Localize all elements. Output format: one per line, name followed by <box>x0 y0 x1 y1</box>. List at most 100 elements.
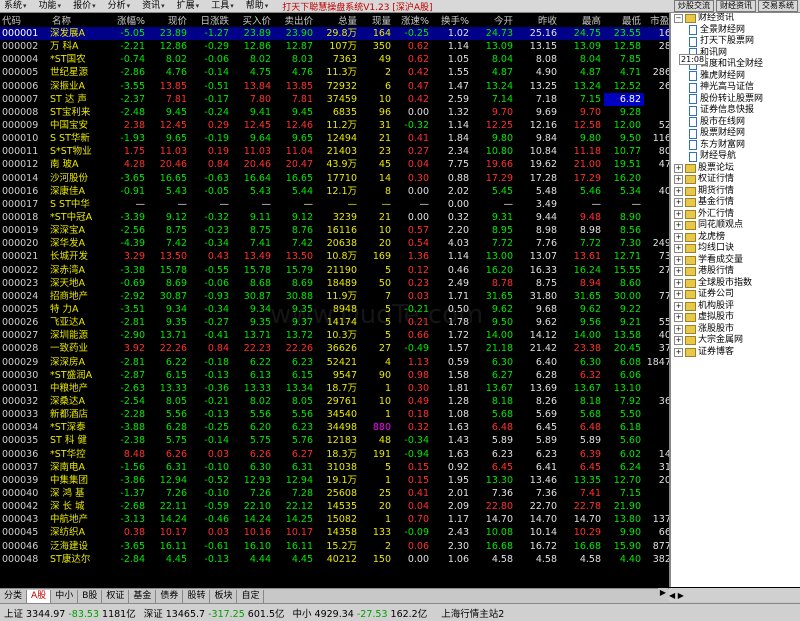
column-header[interactable]: 最低 <box>604 13 644 27</box>
table-row[interactable]: 000008 ST宝利来 -2.48 9.45 -0.24 9.41 9.45 6835 96 0… <box>0 106 669 119</box>
expand-icon[interactable]: + <box>674 255 683 265</box>
column-header[interactable]: 买入价 <box>232 13 274 27</box>
table-row[interactable]: 000009 中国宝安 2.38 12.45 0.29 12.45 12.46 11.2万 31… <box>0 119 669 132</box>
tree-item-0-11[interactable]: 财经导航 <box>671 151 800 163</box>
table-row[interactable]: 000016 深康佳A -0.91 5.43 -0.05 5.43 5.44 12.1万 8 0.… <box>0 185 669 198</box>
column-header[interactable]: 涨速% <box>394 13 432 27</box>
quote-grid[interactable]: 代码名称涨幅%现价日涨跌买入价卖出价总量现量涨速%换手%今开昨收最高最低市盈(动… <box>0 13 669 587</box>
table-row[interactable]: 000012 南 玻A 4.28 20.46 0.84 20.46 20.47 43.9万 45… <box>0 158 669 171</box>
menu-7[interactable]: 帮助 <box>242 0 277 12</box>
tree-item-0-9[interactable]: 股票财经网 <box>671 128 800 140</box>
expand-icon[interactable]: + <box>674 232 683 242</box>
scroll-right-icon[interactable]: ▶ <box>658 588 668 601</box>
expand-icon[interactable]: + <box>674 290 683 300</box>
column-header[interactable]: 现量 <box>360 13 394 27</box>
table-row[interactable]: 000023 深天地A -0.69 8.69 -0.06 8.68 8.69 18489 50 0… <box>0 277 669 290</box>
table-row[interactable]: 000002 万 科A -2.21 12.86 -0.29 12.86 12.87 107万 3… <box>0 40 669 53</box>
expand-icon[interactable]: + <box>674 313 683 323</box>
table-row[interactable]: 000021 长城开发 3.29 13.50 0.43 13.49 13.50 10.8万 16… <box>0 250 669 263</box>
tab-6[interactable]: 债券 <box>156 589 184 603</box>
tree-folder-10[interactable]: + 港股行情 <box>671 266 800 278</box>
table-row[interactable]: 000019 深深宝A -2.56 8.75 -0.23 8.75 8.76 16116 10 0… <box>0 224 669 237</box>
index-zx[interactable]: 中小 4929.34 -27.53 162.2亿 <box>289 606 432 620</box>
column-header[interactable]: 最高 <box>560 13 604 27</box>
tree-folder-4[interactable]: + 基金行情 <box>671 197 800 209</box>
column-header[interactable]: 总量 <box>316 13 360 27</box>
table-row[interactable]: 000020 深华发A -4.39 7.42 -0.34 7.41 7.42 20638 20 0… <box>0 237 669 250</box>
table-row[interactable]: 000036 *ST华控 8.48 6.26 0.03 6.26 6.27 18.3万 191 -… <box>0 448 669 461</box>
top-button-0[interactable]: 炒股交流 <box>674 0 714 12</box>
menu-1[interactable]: 功能 <box>35 0 70 12</box>
column-header[interactable]: 涨幅% <box>108 13 148 27</box>
column-header[interactable]: 卖出价 <box>274 13 316 27</box>
expand-icon[interactable]: + <box>674 267 683 277</box>
expand-icon[interactable]: + <box>674 347 683 357</box>
side-scrollbar[interactable]: ◀ ▶ <box>669 588 800 602</box>
column-header[interactable]: 换手% <box>432 13 472 27</box>
tree-item-0-7[interactable]: 证券信息快报 <box>671 105 800 117</box>
tree-item-0-6[interactable]: 股份转让股票网 <box>671 94 800 106</box>
column-header[interactable]: 名称 <box>50 13 108 27</box>
tab-9[interactable]: 自定 <box>237 589 265 603</box>
column-header[interactable]: 市盈(动) <box>644 13 669 27</box>
expand-icon[interactable]: + <box>674 186 683 196</box>
table-row[interactable]: 000032 深桑达A -2.54 8.05 -0.21 8.02 8.05 29761 10 0… <box>0 395 669 408</box>
tree-folder-5[interactable]: + 外汇行情 <box>671 209 800 221</box>
menu-0[interactable]: 系统 <box>0 0 35 12</box>
tree-folder-13[interactable]: + 机构股评 <box>671 301 800 313</box>
table-row[interactable]: 000010 S ST华新 -1.93 9.65 -0.19 9.64 9.65 12494 2… <box>0 132 669 145</box>
table-row[interactable]: 000024 招商地产 -2.92 30.87 -0.93 30.87 30.88 11.9万… <box>0 290 669 303</box>
index-sh[interactable]: 上证 3344.97 -83.53 1181亿 <box>0 606 140 620</box>
menu-2[interactable]: 报价 <box>69 0 104 12</box>
tab-2[interactable]: 中小 <box>51 589 79 603</box>
expand-icon[interactable]: + <box>674 278 683 288</box>
column-header[interactable]: 昨收 <box>516 13 560 27</box>
tree-folder-15[interactable]: + 涨股股市 <box>671 324 800 336</box>
tree-item-0-4[interactable]: 雅虎财经网 <box>671 71 800 83</box>
tab-3[interactable]: B股 <box>78 589 103 603</box>
expand-icon[interactable]: + <box>674 209 683 219</box>
table-row[interactable]: 000034 *ST深泰 -3.88 6.28 -0.25 6.20 6.23 34498 88… <box>0 421 669 434</box>
table-row[interactable]: 000022 深赤湾A -3.38 15.78 -0.55 15.78 15.79 21190… <box>0 264 669 277</box>
column-header[interactable]: 现价 <box>148 13 190 27</box>
tab-1[interactable]: A股 <box>27 589 52 603</box>
column-header[interactable]: 代码 <box>0 13 50 27</box>
tab-5[interactable]: 基金 <box>129 589 157 603</box>
table-row[interactable]: 000018 *ST中冠A -3.39 9.12 -0.32 9.11 9.12 3239 21… <box>0 211 669 224</box>
tree-folder-8[interactable]: + 均线口诀 <box>671 243 800 255</box>
table-row[interactable]: 000048 ST康达尔 -2.84 4.45 -0.13 4.44 4.45 40212 15… <box>0 553 669 566</box>
menu-4[interactable]: 资讯 <box>138 0 173 12</box>
expand-icon[interactable]: + <box>674 198 683 208</box>
tree-folder-7[interactable]: + 龙虎榜 <box>671 232 800 244</box>
tab-7[interactable]: 股转 <box>183 589 211 603</box>
table-row[interactable]: 000039 中集集团 -3.86 12.94 -0.52 12.93 12.94 19.1万… <box>0 474 669 487</box>
tree-folder-0[interactable]: − 财经资讯 <box>671 13 800 25</box>
tree-folder-12[interactable]: + 证券公司 <box>671 289 800 301</box>
table-row[interactable]: 000046 泛海建设 -3.65 16.11 -0.61 16.10 16.11 15.2万… <box>0 539 669 552</box>
table-row[interactable]: 000043 中航地产 -3.13 14.24 -0.46 14.24 14.25 15082… <box>0 513 669 526</box>
expand-icon[interactable]: + <box>674 175 683 185</box>
tree-folder-6[interactable]: + 同花顺观点 <box>671 220 800 232</box>
expand-icon[interactable]: + <box>674 336 683 346</box>
table-row[interactable]: 000040 深 鸿 基 -1.37 7.26 -0.10 7.26 7.28 25608 25… <box>0 487 669 500</box>
table-row[interactable]: 000037 深南电A -1.56 6.31 -0.10 6.30 6.31 31038 5 0.… <box>0 461 669 474</box>
table-row[interactable]: 000030 *ST盛润A -2.87 6.15 -0.13 6.13 6.15 9547 90… <box>0 369 669 382</box>
tree-folder-17[interactable]: + 证券博客 <box>671 347 800 359</box>
expand-icon[interactable]: + <box>674 163 683 173</box>
table-row[interactable]: 000033 新都酒店 -2.28 5.56 -0.13 5.56 5.56 34540 1 0.… <box>0 408 669 421</box>
table-row[interactable]: 000004 *ST国农 -0.74 8.02 -0.06 8.02 8.03 7363 49 0… <box>0 53 669 66</box>
expand-icon[interactable]: + <box>674 324 683 334</box>
table-row[interactable]: 000031 中粮地产 -2.63 13.33 -0.36 13.33 13.34 18.7万… <box>0 382 669 395</box>
tree-folder-9[interactable]: + 学看成交量 <box>671 255 800 267</box>
tree-folder-11[interactable]: + 全球股市指数 <box>671 278 800 290</box>
table-row[interactable]: 000005 世纪星源 -2.86 4.76 -0.14 4.75 4.76 11.3万 2 0.… <box>0 66 669 79</box>
table-row[interactable]: 000014 沙河股份 -3.65 16.65 -0.63 16.64 16.65 17710… <box>0 172 669 185</box>
tree-folder-14[interactable]: + 虚拟股市 <box>671 312 800 324</box>
menu-3[interactable]: 分析 <box>104 0 139 12</box>
top-button-1[interactable]: 财经资讯 <box>716 0 756 12</box>
index-sz[interactable]: 深证 13465.7 -317.25 601.5亿 <box>140 606 289 620</box>
column-header[interactable]: 今开 <box>472 13 516 27</box>
tree-item-0-1[interactable]: 打天下股票网 <box>671 36 800 48</box>
tree-folder-3[interactable]: + 期货行情 <box>671 186 800 198</box>
tree-item-0-0[interactable]: 全景财经网 <box>671 25 800 37</box>
